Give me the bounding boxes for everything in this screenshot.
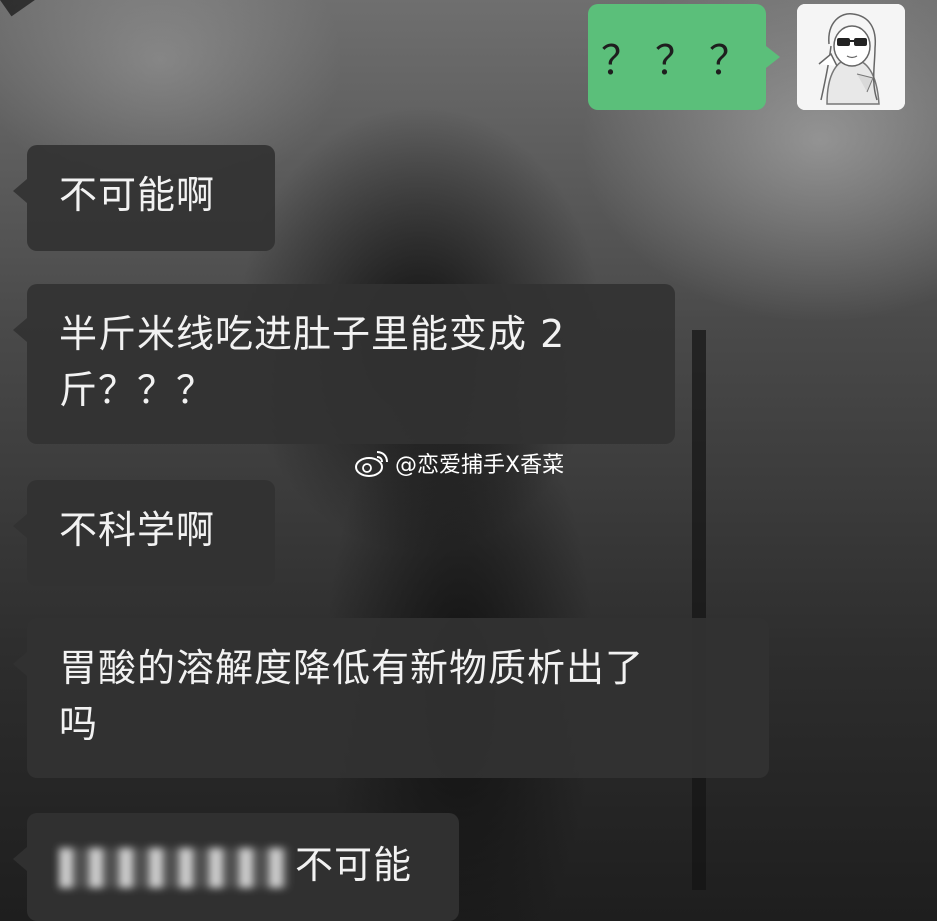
message-bubble[interactable]: 不可能啊 xyxy=(13,145,275,251)
message-bubble[interactable]: 半斤米线吃进肚子里能变成 2 斤？？？ xyxy=(13,284,675,444)
anime-girl-avatar-icon xyxy=(797,4,905,110)
redacted-text-blur xyxy=(59,847,289,888)
message-text: 不可能啊 xyxy=(59,173,216,217)
message-text: 不科学啊 xyxy=(59,508,216,552)
background-drum-stand xyxy=(0,0,86,17)
weibo-logo-icon xyxy=(355,451,388,477)
message-text-line: 斤？？？ xyxy=(59,368,216,412)
message-bubble[interactable]: 不可能 xyxy=(13,813,459,921)
background-mic-stand xyxy=(692,330,706,890)
message-bubble[interactable]: 胃酸的溶解度降低有新物质析出了 吗 xyxy=(13,618,769,778)
watermark-text: @恋爱捕手X香菜 xyxy=(395,453,565,478)
weibo-watermark: @恋爱捕手X香菜 xyxy=(353,446,564,480)
sent-message-text: ？？？ xyxy=(601,38,763,84)
sent-message-bubble[interactable]: ？？？ xyxy=(588,4,780,110)
message-text-line: 吗 xyxy=(59,702,99,746)
message-text: 不可能 xyxy=(295,843,413,887)
message-text-line: 胃酸的溶解度降低有新物质析出了 xyxy=(59,646,645,690)
user-avatar[interactable] xyxy=(797,4,905,110)
message-text-line: 半斤米线吃进肚子里能变成 2 xyxy=(59,312,566,356)
message-bubble[interactable]: 不科学啊 xyxy=(13,480,275,586)
